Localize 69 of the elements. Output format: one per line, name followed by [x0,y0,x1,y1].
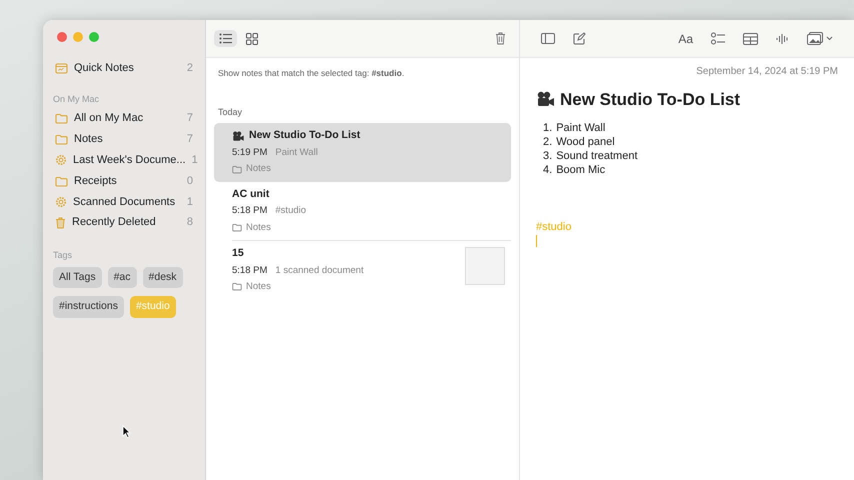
folder-icon [55,176,68,187]
text-cursor [536,235,537,247]
tag-button[interactable]: All Tags [53,266,102,288]
note-folder: Notes [246,162,271,176]
sidebar-item[interactable]: Last Week's Docume... 1 [53,150,195,171]
grid-icon [246,32,258,44]
list-number: 4. [543,162,552,176]
format-button[interactable]: Aa [673,26,698,50]
note-list-item[interactable]: New Studio To-Do List 5:19 PM Paint Wall Notes [214,123,511,182]
folder-icon [232,282,242,292]
gear-icon [55,154,67,166]
list-item-text: Boom Mic [556,162,606,176]
note-time: 5:19 PM [232,146,268,160]
filter-message: Show notes that match the selected tag: #studio. [217,67,406,80]
gear-icon [55,196,67,208]
table-icon [743,32,758,44]
hashtag: #studio [536,220,572,234]
group-heading: Today [218,106,244,119]
note-folder: Notes [246,220,271,234]
trash-icon [495,32,506,45]
note-date: September 14, 2024 at 5:19 PM [695,65,838,79]
compose-icon [573,32,586,45]
media-icon [807,32,823,45]
list-icon [219,33,232,44]
mouse-pointer-icon [122,425,131,438]
note-preview: #studio [275,204,306,218]
note-folder: Notes [246,280,271,294]
note-title: AC unit [232,186,270,202]
note-icon [55,62,68,74]
list-view-button[interactable] [214,30,237,47]
document-thumbnail [465,246,505,285]
note-title: 15 [232,246,244,261]
checklist-icon [711,32,725,45]
movie-camera-icon [232,130,245,142]
section-heading: On My Mac [53,92,100,106]
note-list-item[interactable]: 15 5:18 PM 1 scanned document Notes [214,240,511,299]
list-item-text: Paint Wall [556,120,606,134]
tag-button[interactable]: #ac [108,266,137,288]
note-preview: Paint Wall [275,146,318,160]
folder-icon [232,164,242,174]
note-heading: New Studio To-Do List [560,89,740,111]
list-number: 1. [543,120,552,134]
list-item-text: Sound treatment [556,148,638,162]
list-number: 2. [543,134,552,148]
folder-icon [232,223,242,232]
sidebar-icon [541,33,555,44]
folder-icon [55,134,68,145]
sidebar-item[interactable]: Recently Deleted 8 [53,212,195,234]
sidebar-item[interactable]: Notes 7 [53,129,195,150]
close-button[interactable] [57,32,67,42]
sidebar-item[interactable]: Receipts 0 [53,170,195,192]
trash-icon [55,216,66,229]
note-list-item[interactable]: AC unit 5:18 PM #studio Notes [214,182,511,240]
sidebar-item[interactable]: Scanned Documents 1 [53,191,195,212]
sidebar-item[interactable]: All on My Mac 7 [53,108,195,130]
tag-button[interactable]: #instructions [53,296,124,318]
note-title: New Studio To-Do List [249,128,360,144]
sidebar-item[interactable]: Quick Notes 2 [53,58,195,79]
list-number: 3. [543,148,552,162]
section-heading: Tags [53,249,74,262]
note-time: 5:18 PM [232,204,268,218]
note-preview: 1 scanned document [275,264,364,278]
chevron-down-icon [826,36,833,41]
list-item-text: Wood panel [556,134,615,148]
note-time: 5:18 PM [232,264,268,278]
tag-button[interactable]: #desk [142,266,183,288]
folder-icon [55,113,68,124]
movie-camera-icon [536,91,556,108]
audio-icon [776,32,789,44]
